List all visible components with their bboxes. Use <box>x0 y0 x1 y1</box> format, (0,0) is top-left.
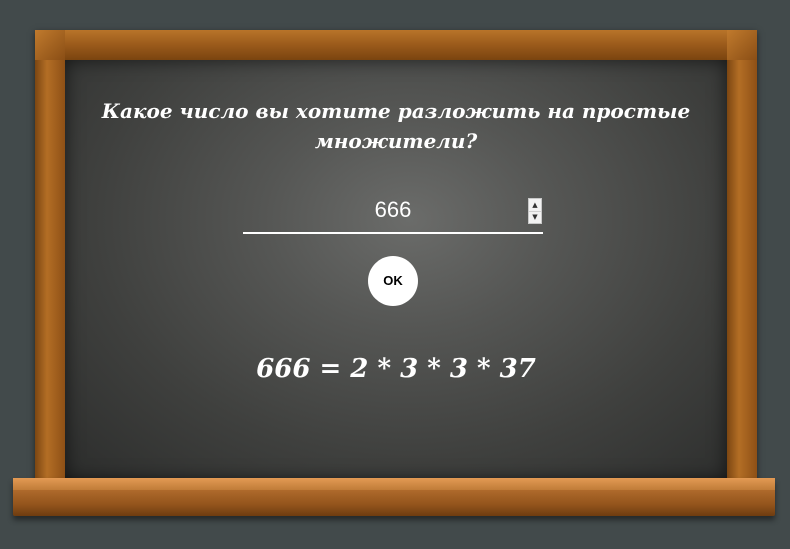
factorization-result: 666 = 2 * 3 * 3 * 37 <box>256 354 536 384</box>
frame-right <box>727 30 757 490</box>
number-spinner[interactable]: ▲ ▼ <box>528 198 542 224</box>
frame-top <box>35 30 757 60</box>
scene: Какое число вы хотите разложить на прост… <box>0 0 790 549</box>
question-heading: Какое число вы хотите разложить на прост… <box>101 99 691 153</box>
shelf-top <box>13 478 775 490</box>
number-input[interactable]: 666 ▲ ▼ <box>243 195 543 234</box>
triangle-down-icon[interactable]: ▼ <box>529 211 541 223</box>
number-input-value[interactable]: 666 <box>243 197 543 223</box>
ok-button[interactable]: OK <box>368 256 418 306</box>
frame-left <box>35 30 65 490</box>
frame-corner-left <box>35 30 65 60</box>
frame-corner-right <box>727 30 757 60</box>
chalk-shelf <box>13 478 775 516</box>
